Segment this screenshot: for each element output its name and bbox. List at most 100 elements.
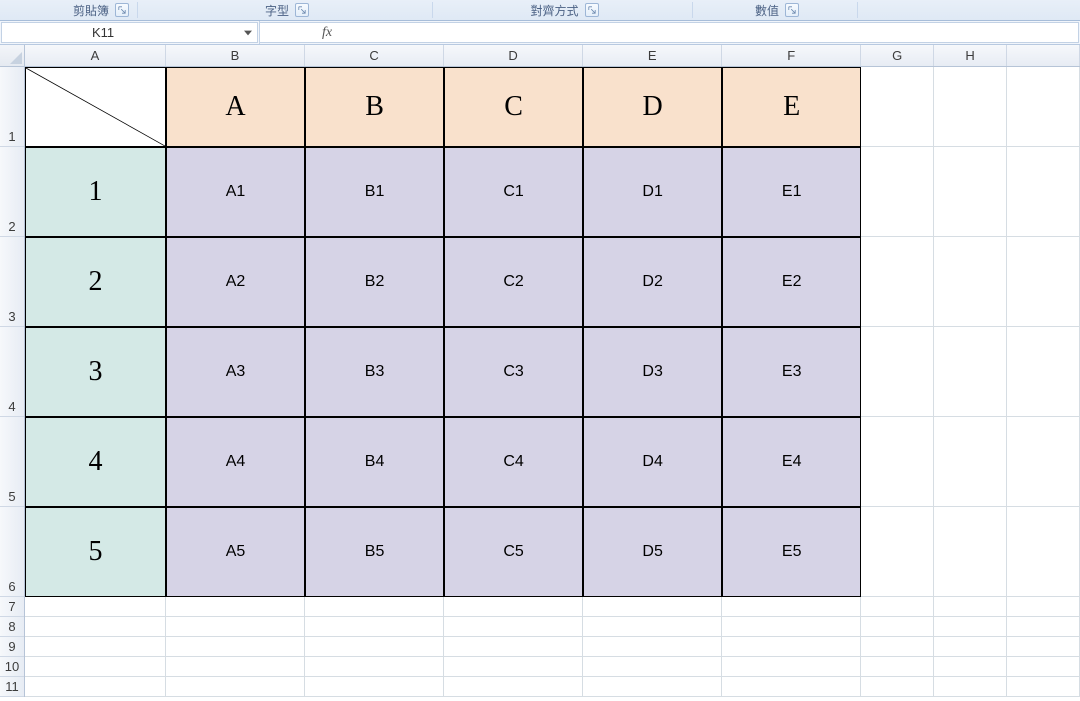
cell[interactable] bbox=[1007, 637, 1080, 657]
cell[interactable] bbox=[305, 657, 444, 677]
cell[interactable] bbox=[1007, 417, 1080, 507]
table-cell[interactable]: B3 bbox=[305, 327, 444, 417]
cell[interactable] bbox=[166, 617, 305, 637]
cell[interactable] bbox=[1007, 147, 1080, 237]
table-cell[interactable]: A4 bbox=[166, 417, 305, 507]
formula-input[interactable] bbox=[340, 22, 1079, 43]
cell[interactable] bbox=[861, 657, 934, 677]
col-header-D[interactable]: D bbox=[444, 45, 583, 66]
cell[interactable] bbox=[583, 677, 722, 697]
cell[interactable] bbox=[861, 677, 934, 697]
table-cell[interactable]: A3 bbox=[166, 327, 305, 417]
cell[interactable] bbox=[25, 597, 166, 617]
table-top-header[interactable]: A bbox=[166, 67, 305, 147]
cell[interactable] bbox=[861, 327, 934, 417]
cell[interactable] bbox=[934, 677, 1007, 697]
col-header-E[interactable]: E bbox=[583, 45, 722, 66]
cell[interactable] bbox=[861, 67, 934, 147]
cell[interactable] bbox=[166, 637, 305, 657]
table-cell[interactable]: B1 bbox=[305, 147, 444, 237]
col-header-H[interactable]: H bbox=[934, 45, 1007, 66]
cell[interactable] bbox=[25, 657, 166, 677]
cell[interactable] bbox=[1007, 237, 1080, 327]
cell[interactable] bbox=[934, 507, 1007, 597]
cell[interactable] bbox=[861, 637, 934, 657]
table-left-header[interactable]: 4 bbox=[25, 417, 166, 507]
table-cell[interactable]: B5 bbox=[305, 507, 444, 597]
cell[interactable] bbox=[934, 237, 1007, 327]
row-header-8[interactable]: 8 bbox=[0, 617, 24, 637]
col-header-B[interactable]: B bbox=[166, 45, 305, 66]
table-top-header[interactable]: B bbox=[305, 67, 444, 147]
cell[interactable] bbox=[722, 677, 861, 697]
cell[interactable] bbox=[1007, 327, 1080, 417]
col-header-A[interactable]: A bbox=[25, 45, 166, 66]
cell[interactable] bbox=[444, 617, 583, 637]
table-cell[interactable]: C2 bbox=[444, 237, 583, 327]
dialog-launcher-icon[interactable] bbox=[785, 3, 799, 17]
table-cell[interactable]: C4 bbox=[444, 417, 583, 507]
dialog-launcher-icon[interactable] bbox=[585, 3, 599, 17]
table-cell[interactable]: D3 bbox=[583, 327, 722, 417]
row-header-4[interactable]: 4 bbox=[0, 327, 24, 417]
cell[interactable] bbox=[934, 147, 1007, 237]
worksheet-area[interactable]: A B C D E F G H 1 2 3 4 5 6 7 8 9 10 11 … bbox=[0, 45, 1080, 701]
table-cell[interactable]: D5 bbox=[583, 507, 722, 597]
table-cell[interactable]: B4 bbox=[305, 417, 444, 507]
cell[interactable] bbox=[25, 617, 166, 637]
table-cell[interactable]: D2 bbox=[583, 237, 722, 327]
cell[interactable] bbox=[583, 657, 722, 677]
cell[interactable] bbox=[1007, 617, 1080, 637]
cell[interactable] bbox=[934, 327, 1007, 417]
cell-grid[interactable]: A B C D E 1 A1 B1 C1 D1 E1 2 A2 B2 C2 D2… bbox=[25, 67, 1080, 701]
table-cell[interactable]: A2 bbox=[166, 237, 305, 327]
cell[interactable] bbox=[934, 597, 1007, 617]
table-cell[interactable]: A5 bbox=[166, 507, 305, 597]
table-cell[interactable]: E2 bbox=[722, 237, 861, 327]
col-header-I[interactable] bbox=[1007, 45, 1080, 66]
table-cell[interactable]: C1 bbox=[444, 147, 583, 237]
cell[interactable] bbox=[861, 237, 934, 327]
table-cell[interactable]: E5 bbox=[722, 507, 861, 597]
cell[interactable] bbox=[1007, 597, 1080, 617]
cell[interactable] bbox=[305, 597, 444, 617]
cell[interactable] bbox=[25, 637, 166, 657]
cell[interactable] bbox=[861, 147, 934, 237]
table-cell[interactable]: E4 bbox=[722, 417, 861, 507]
cell[interactable] bbox=[444, 677, 583, 697]
col-header-G[interactable]: G bbox=[861, 45, 934, 66]
row-header-1[interactable]: 1 bbox=[0, 67, 24, 147]
cell[interactable] bbox=[166, 597, 305, 617]
cell[interactable] bbox=[934, 637, 1007, 657]
cell[interactable] bbox=[1007, 677, 1080, 697]
table-left-header[interactable]: 2 bbox=[25, 237, 166, 327]
cell[interactable] bbox=[861, 597, 934, 617]
cell[interactable] bbox=[861, 507, 934, 597]
table-left-header[interactable]: 5 bbox=[25, 507, 166, 597]
cell[interactable] bbox=[166, 677, 305, 697]
row-header-9[interactable]: 9 bbox=[0, 637, 24, 657]
table-cell[interactable]: E1 bbox=[722, 147, 861, 237]
cell[interactable] bbox=[722, 657, 861, 677]
cell[interactable] bbox=[583, 597, 722, 617]
cell[interactable] bbox=[444, 597, 583, 617]
cell[interactable] bbox=[934, 67, 1007, 147]
fx-icon[interactable]: fx bbox=[322, 25, 332, 41]
cell[interactable] bbox=[166, 657, 305, 677]
table-cell[interactable]: C5 bbox=[444, 507, 583, 597]
cell[interactable] bbox=[305, 637, 444, 657]
select-all-corner[interactable] bbox=[0, 45, 25, 67]
table-top-header[interactable]: E bbox=[722, 67, 861, 147]
table-top-header[interactable]: C bbox=[444, 67, 583, 147]
cell[interactable] bbox=[305, 617, 444, 637]
cell[interactable] bbox=[583, 617, 722, 637]
dialog-launcher-icon[interactable] bbox=[295, 3, 309, 17]
cell[interactable] bbox=[1007, 657, 1080, 677]
row-header-10[interactable]: 10 bbox=[0, 657, 24, 677]
cell[interactable] bbox=[25, 677, 166, 697]
cell[interactable] bbox=[722, 617, 861, 637]
cell[interactable] bbox=[583, 637, 722, 657]
cell[interactable] bbox=[1007, 507, 1080, 597]
name-box[interactable]: K11 bbox=[1, 22, 258, 43]
table-corner-cell[interactable] bbox=[25, 67, 166, 147]
